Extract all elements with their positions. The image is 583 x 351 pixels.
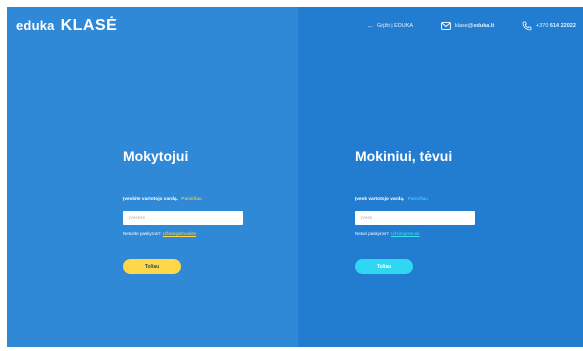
student-login-section: Mokiniui, tėvui Įvesk vartotojo vardą. P…	[355, 148, 505, 274]
logo-brand: eduka	[16, 18, 55, 33]
email-prefix: klase@	[455, 23, 474, 29]
envelope-icon	[441, 22, 451, 30]
teacher-register-link[interactable]: Užsiregistruokite	[163, 231, 196, 236]
logo[interactable]: eduka KLASĖ	[16, 18, 117, 34]
page: eduka KLASĖ ← Grįžti į EDUKA klase@ eduka…	[0, 0, 583, 351]
phone-number: 614 22022	[549, 23, 576, 29]
back-to-eduka-link[interactable]: ← Grįžti į EDUKA	[367, 19, 413, 33]
student-field-label-row: Įvesk vartotojo vardą. Pamiršau	[355, 197, 428, 202]
student-username-input[interactable]	[355, 211, 475, 225]
student-panel-background	[298, 7, 583, 347]
email-domain: eduka.lt	[473, 23, 495, 29]
student-register-link[interactable]: Užsiregistruok	[391, 231, 420, 236]
phone-prefix: +370	[536, 23, 549, 29]
teacher-forgot-link[interactable]: Pamiršau	[181, 197, 201, 202]
student-forgot-link[interactable]: Pamiršau	[408, 197, 428, 202]
student-register-row: Neturi paskyros? Užsiregistruok	[355, 231, 420, 236]
phone-icon	[522, 21, 532, 31]
teacher-title: Mokytojui	[123, 148, 189, 164]
student-no-account-text: Neturi paskyros?	[355, 231, 389, 236]
email-link[interactable]: klase@ eduka.lt	[441, 19, 494, 33]
student-continue-button[interactable]: Toliau	[355, 259, 413, 274]
back-link-label: Grįžti į EDUKA	[377, 23, 414, 29]
teacher-continue-button[interactable]: Toliau	[123, 259, 181, 274]
teacher-field-label-row: Įveskite vartotojo vardą. Pamiršau	[123, 197, 202, 202]
teacher-panel-background	[7, 7, 298, 347]
teacher-register-row: Neturite paskyros? Užsiregistruokite	[123, 231, 196, 236]
teacher-username-label: Įveskite vartotojo vardą.	[123, 197, 178, 202]
teacher-no-account-text: Neturite paskyros?	[123, 231, 161, 236]
logo-product: KLASĖ	[60, 17, 118, 34]
teacher-login-section: Mokytojui Įveskite vartotojo vardą. Pami…	[123, 148, 273, 274]
student-title: Mokiniui, tėvui	[355, 148, 453, 164]
phone-link[interactable]: +370 614 22022	[522, 19, 576, 33]
student-username-label: Įvesk vartotojo vardą.	[355, 197, 405, 202]
teacher-username-input[interactable]	[123, 211, 243, 225]
arrow-left-icon: ←	[367, 22, 374, 30]
